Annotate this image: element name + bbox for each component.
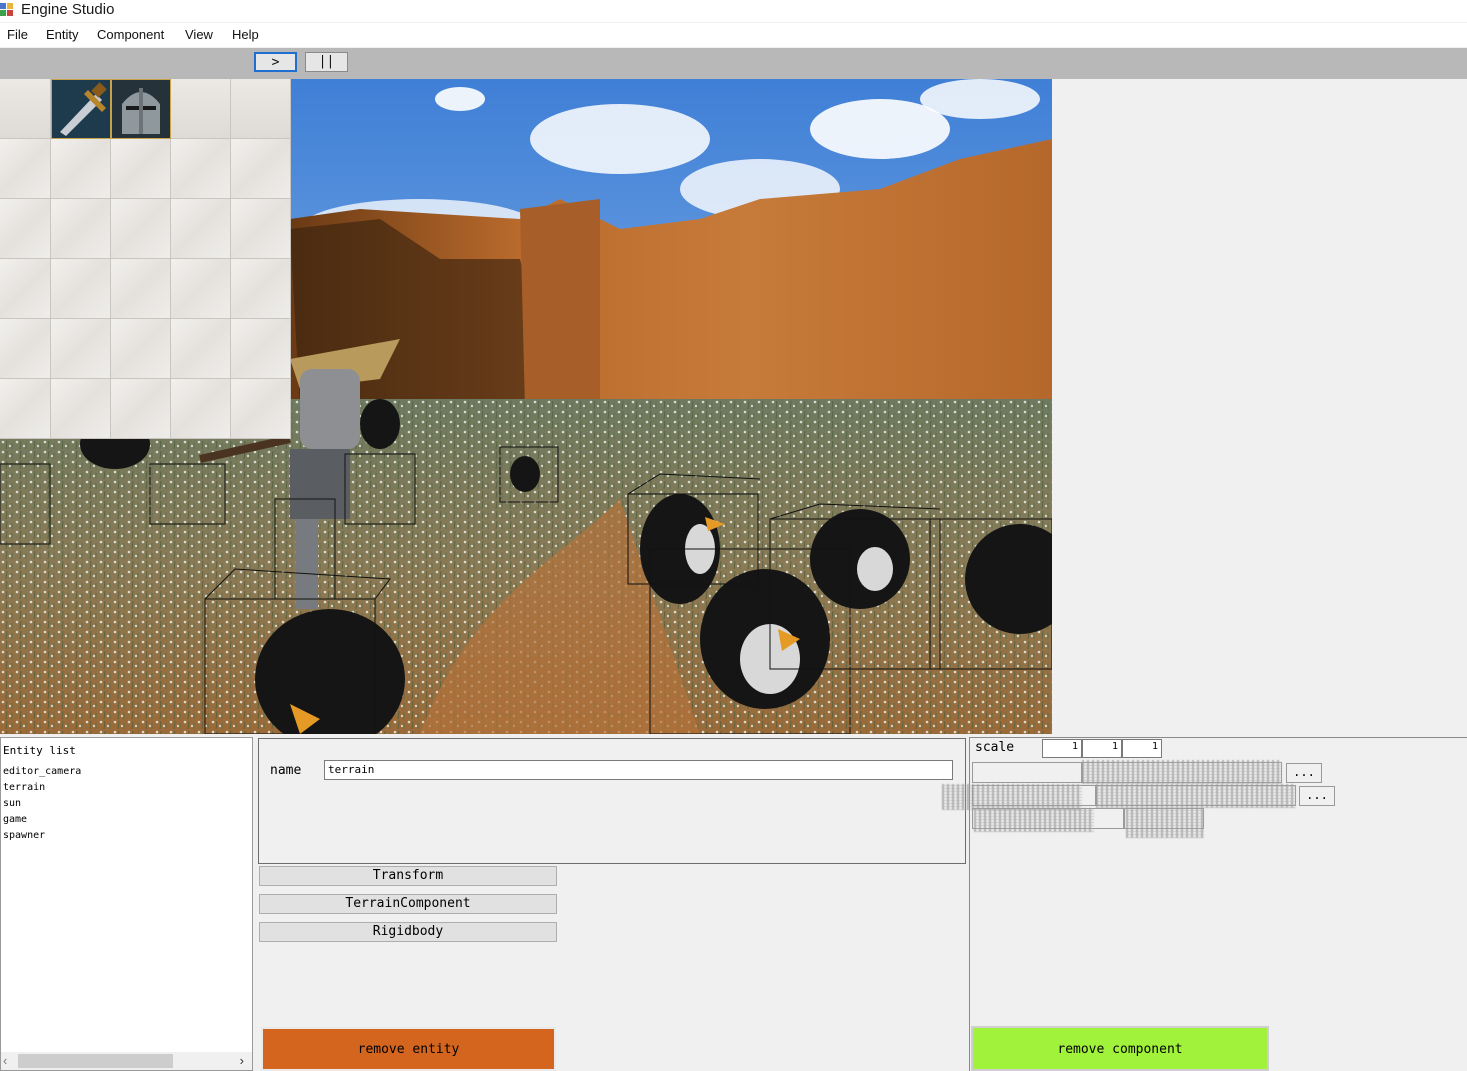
- inventory-slot[interactable]: [231, 319, 291, 379]
- inventory-slot[interactable]: [231, 199, 291, 259]
- inventory-slot[interactable]: [231, 139, 291, 199]
- redacted-region: [1126, 808, 1204, 838]
- play-button[interactable]: >: [254, 52, 297, 72]
- inventory-slot[interactable]: [111, 259, 171, 319]
- inventory-slot[interactable]: [0, 139, 51, 199]
- inventory-slot[interactable]: [111, 319, 171, 379]
- component-terrain-button[interactable]: TerrainComponent: [259, 894, 557, 914]
- inventory-slot[interactable]: [111, 379, 171, 439]
- pause-button[interactable]: ||: [305, 52, 348, 72]
- scale-x-field[interactable]: 1: [1042, 739, 1082, 758]
- menu-entity[interactable]: Entity: [46, 27, 79, 42]
- entity-list-item[interactable]: sun: [3, 798, 21, 809]
- sword-icon-graphic: [52, 80, 110, 138]
- inventory-slot[interactable]: [51, 259, 111, 319]
- menu-view[interactable]: View: [185, 27, 213, 42]
- scale-z-field[interactable]: 1: [1122, 739, 1162, 758]
- entity-list-title: Entity list: [3, 744, 76, 757]
- knight-helmet-icon[interactable]: [111, 79, 171, 139]
- inventory-slot[interactable]: [0, 259, 51, 319]
- inventory-slot[interactable]: [231, 259, 291, 319]
- menu-file[interactable]: File: [7, 27, 28, 42]
- sword-icon[interactable]: [51, 79, 111, 139]
- inventory-slot[interactable]: [111, 199, 171, 259]
- entity-name-input[interactable]: terrain: [324, 760, 953, 780]
- menu-bar: File Entity Component View Help: [0, 23, 1467, 47]
- component-properties-panel: scale 1 1 1 ... ...: [942, 737, 1467, 1071]
- inventory-slot[interactable]: [171, 139, 231, 199]
- viewport-side-area: [1052, 79, 1467, 734]
- entity-list-item[interactable]: spawner: [3, 830, 45, 841]
- title-bar: Engine Studio: [0, 0, 1467, 22]
- menu-help[interactable]: Help: [232, 27, 259, 42]
- name-label: name: [270, 763, 302, 778]
- inventory-slot[interactable]: [111, 139, 171, 199]
- remove-entity-button[interactable]: remove entity: [261, 1027, 556, 1071]
- inventory-slot[interactable]: [231, 379, 291, 439]
- inventory-slot[interactable]: [171, 259, 231, 319]
- component-rigidbody-button[interactable]: Rigidbody: [259, 922, 557, 942]
- scroll-right-icon[interactable]: ›: [240, 1053, 244, 1068]
- entity-list-item[interactable]: game: [3, 814, 27, 825]
- inventory-slot[interactable]: [51, 379, 111, 439]
- redacted-region: [942, 784, 1082, 810]
- inventory-slot[interactable]: [0, 379, 51, 439]
- redacted-region: [974, 808, 1094, 832]
- window-title: Engine Studio: [21, 1, 115, 18]
- inventory-slot[interactable]: [51, 319, 111, 379]
- inventory-slot[interactable]: [51, 139, 111, 199]
- redacted-region: [1096, 784, 1296, 808]
- menu-component[interactable]: Component: [97, 27, 164, 42]
- scale-label: scale: [975, 740, 1015, 755]
- inventory-grid[interactable]: [0, 79, 291, 439]
- remove-component-button[interactable]: remove component: [971, 1026, 1269, 1071]
- inventory-slot[interactable]: [0, 79, 51, 139]
- inventory-slot[interactable]: [171, 379, 231, 439]
- inventory-slot[interactable]: [171, 79, 231, 139]
- scroll-left-icon[interactable]: ‹: [3, 1053, 7, 1068]
- material-browse-button[interactable]: ...: [1286, 763, 1322, 783]
- heightmap-browse-button[interactable]: ...: [1299, 786, 1335, 806]
- component-transform-button[interactable]: Transform: [259, 866, 557, 886]
- inventory-slot[interactable]: [231, 79, 291, 139]
- redacted-region: [1082, 760, 1282, 784]
- inventory-slot[interactable]: [51, 199, 111, 259]
- scale-y-field[interactable]: 1: [1082, 739, 1122, 758]
- entity-list-item[interactable]: editor_camera: [3, 766, 81, 777]
- toolbar: > ||: [0, 48, 1467, 79]
- scrollbar-thumb[interactable]: [18, 1054, 173, 1068]
- entity-list-item[interactable]: terrain: [3, 782, 45, 793]
- inventory-slot[interactable]: [171, 319, 231, 379]
- entity-list-panel: Entity list editor_camera terrain sun ga…: [0, 737, 253, 1071]
- entity-properties-box: name terrain: [258, 738, 966, 864]
- helmet-icon-graphic: [112, 80, 170, 138]
- inventory-slot[interactable]: [0, 319, 51, 379]
- horizontal-scrollbar[interactable]: ‹ ›: [1, 1052, 252, 1070]
- material-label-box: [972, 762, 1082, 783]
- inventory-slot[interactable]: [0, 199, 51, 259]
- app-icon: [0, 3, 14, 17]
- inventory-slot[interactable]: [171, 199, 231, 259]
